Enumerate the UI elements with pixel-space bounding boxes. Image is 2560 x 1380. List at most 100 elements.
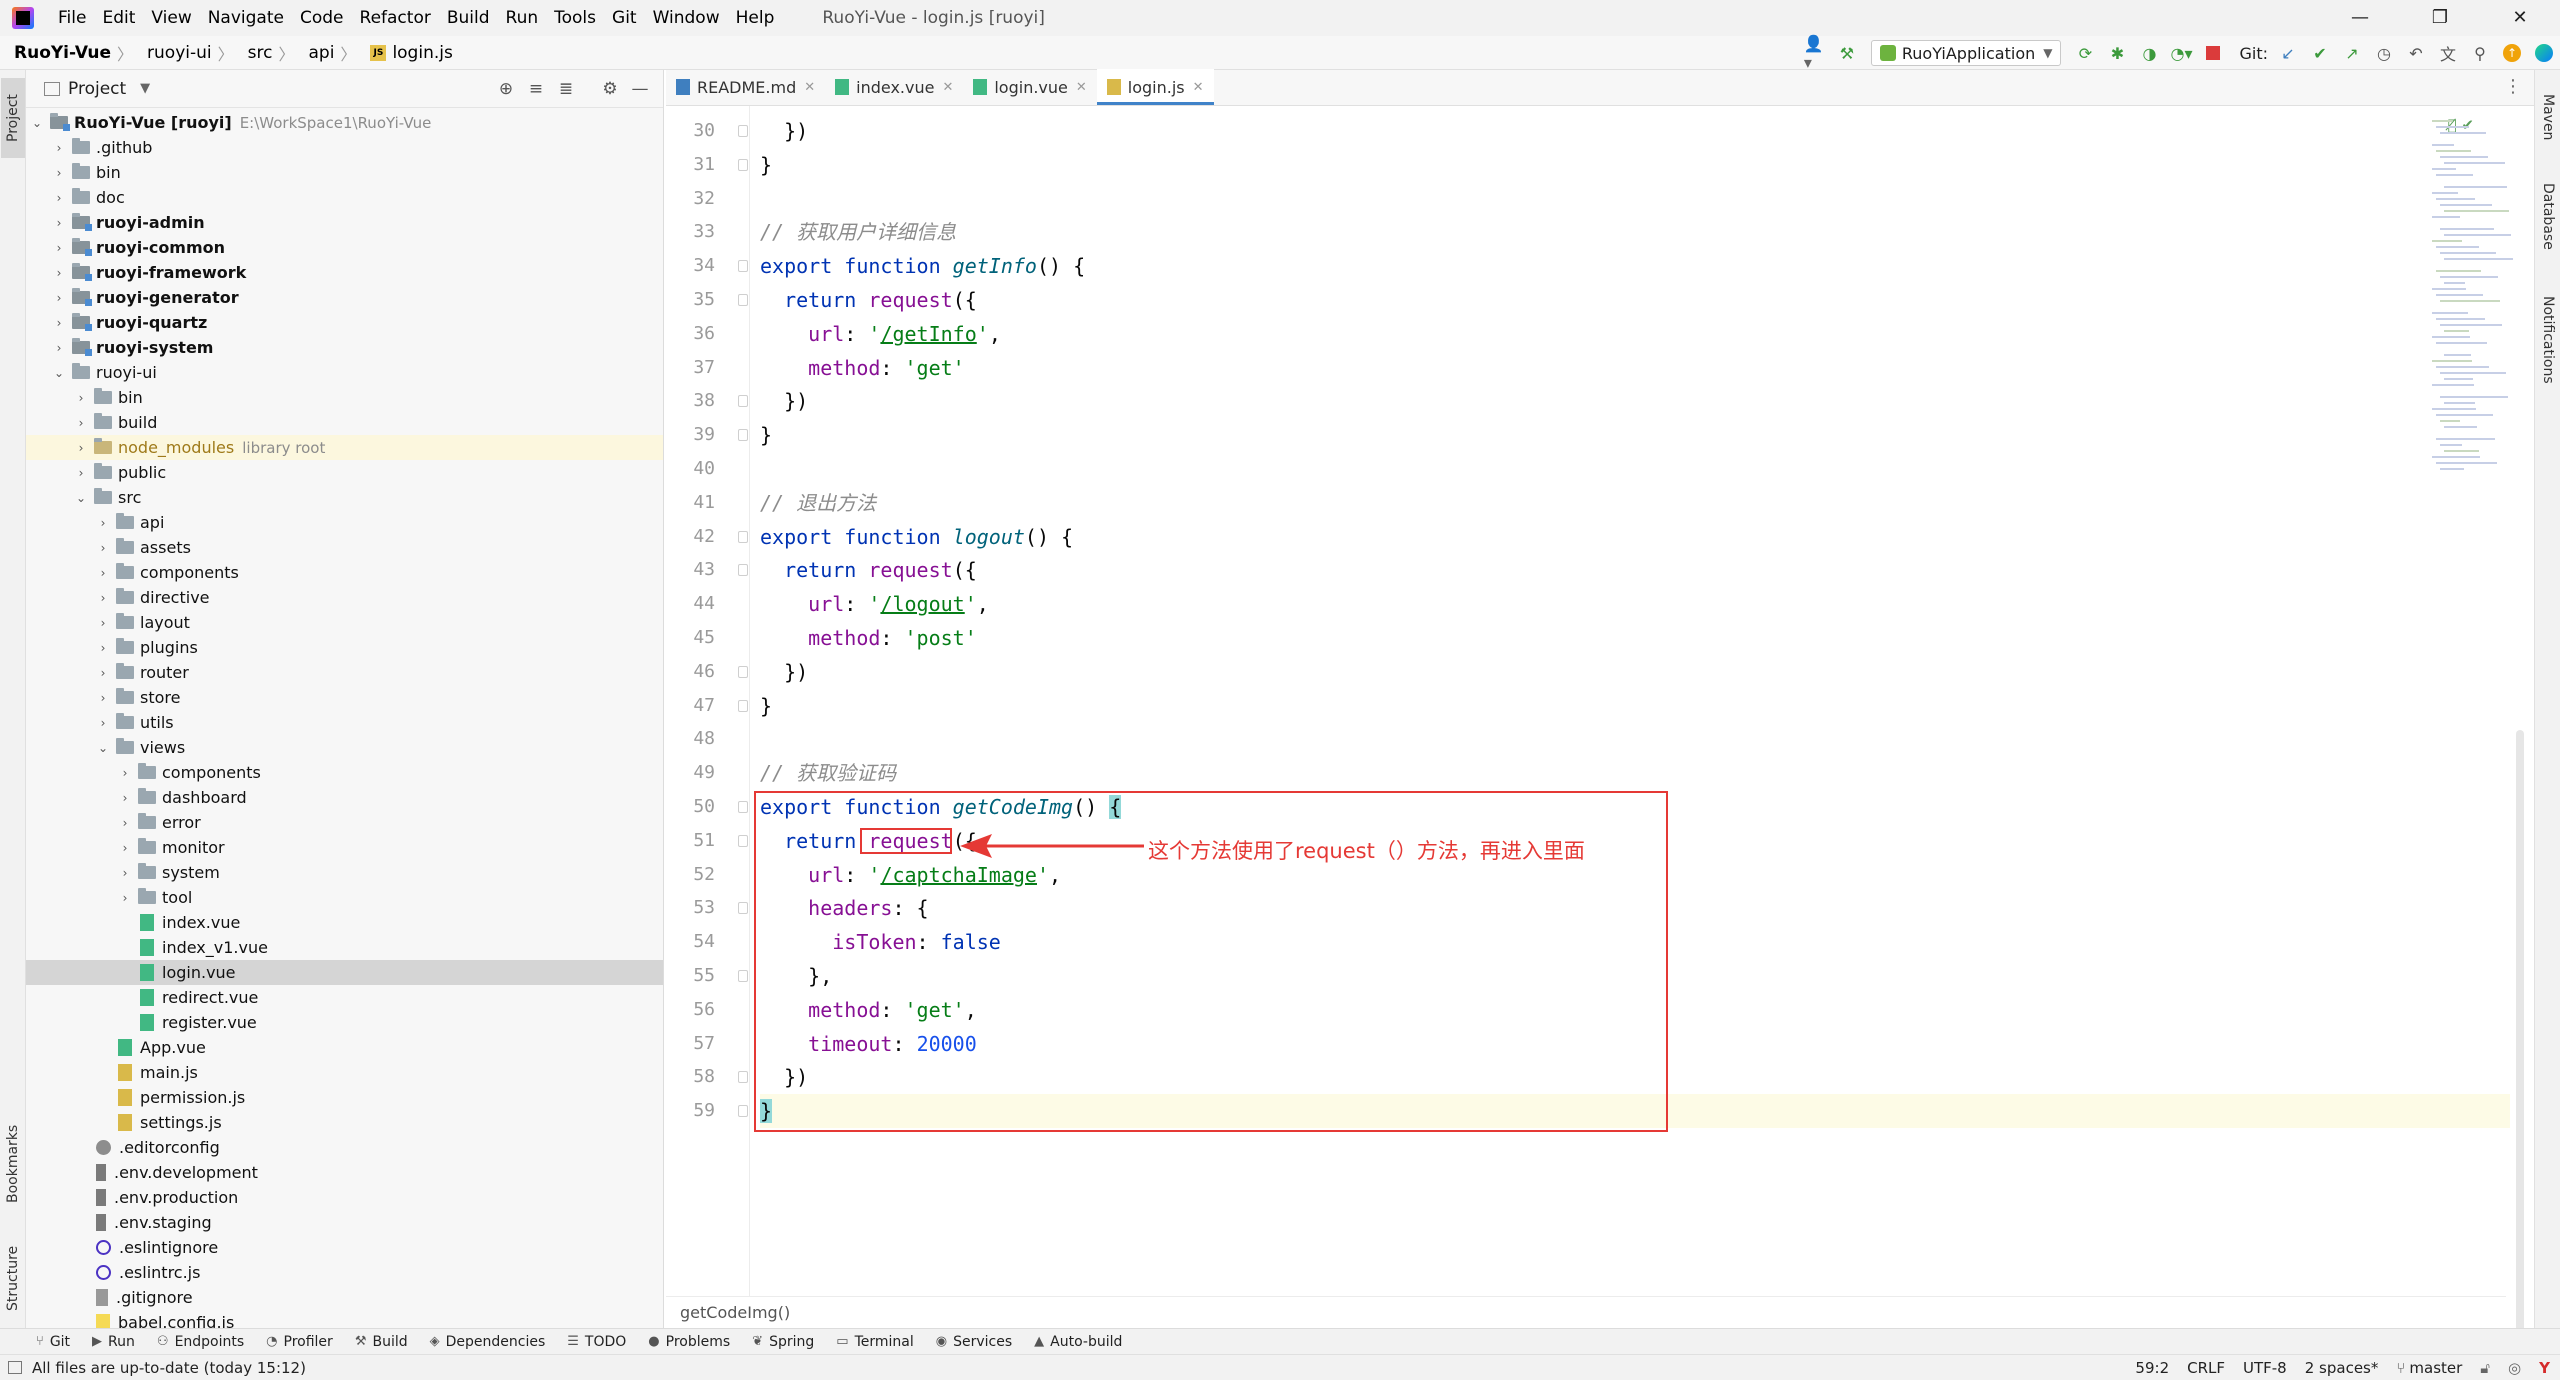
tree-item[interactable]: ⌄ views	[26, 735, 663, 760]
line-number[interactable]: 44	[693, 587, 715, 621]
caret-position[interactable]: 59:2	[2135, 1359, 2169, 1377]
chevron-right-icon[interactable]: ›	[96, 666, 110, 680]
fold-marker-icon[interactable]	[738, 834, 748, 847]
restore-button[interactable]: ❐	[2400, 0, 2480, 36]
tree-item[interactable]: permission.js	[26, 1085, 663, 1110]
code-line[interactable]: // 获取验证码	[760, 756, 896, 790]
rollback-icon[interactable]: ↶	[2405, 42, 2427, 64]
chevron-right-icon[interactable]: ›	[52, 341, 66, 355]
code-line[interactable]: return request({	[760, 283, 977, 317]
tool-window-services[interactable]: ◉ Services	[936, 1334, 1012, 1350]
tree-item[interactable]: App.vue	[26, 1035, 663, 1060]
tree-item[interactable]: login.vue	[26, 960, 663, 985]
fold-marker-icon[interactable]	[738, 294, 748, 306]
breadcrumb-api[interactable]: api	[294, 43, 334, 63]
tree-item[interactable]: › assets	[26, 535, 663, 560]
code-line[interactable]: return request({	[760, 553, 977, 587]
chevron-down-icon[interactable]: ⌄	[96, 741, 110, 755]
gear-icon[interactable]: ⚙	[595, 79, 625, 99]
code-line[interactable]: // 退出方法	[760, 486, 876, 520]
menu-tools[interactable]: Tools	[546, 8, 604, 28]
user-icon[interactable]: 👤▾	[1804, 34, 1826, 72]
menu-edit[interactable]: Edit	[94, 8, 143, 28]
line-number[interactable]: 42	[693, 520, 715, 554]
close-tab-icon[interactable]: ✕	[1076, 80, 1087, 95]
tree-item[interactable]: › monitor	[26, 835, 663, 860]
menu-refactor[interactable]: Refactor	[352, 8, 439, 28]
tree-item[interactable]: › node_modules library root	[26, 435, 663, 460]
line-number[interactable]: 55	[693, 959, 715, 993]
chevron-right-icon[interactable]: ›	[74, 391, 88, 405]
chevron-right-icon[interactable]: ›	[52, 291, 66, 305]
code-line[interactable]: })	[760, 655, 808, 689]
editor-tab[interactable]: login.js ✕	[1096, 69, 1214, 105]
editor-tab[interactable]: index.vue ✕	[825, 69, 963, 105]
tree-item[interactable]: index.vue	[26, 910, 663, 935]
line-number[interactable]: 48	[693, 722, 715, 756]
menu-view[interactable]: View	[143, 8, 199, 28]
status-toggle-icon[interactable]	[8, 1361, 22, 1374]
chevron-right-icon[interactable]: ›	[52, 191, 66, 205]
profile-icon[interactable]: ◔▾	[2170, 42, 2192, 64]
chevron-right-icon[interactable]: ›	[118, 766, 132, 780]
fold-marker-icon[interactable]	[738, 970, 748, 982]
tree-item[interactable]: › ruoyi-framework	[26, 260, 663, 285]
locate-icon[interactable]: ⊕	[491, 79, 521, 99]
close-tab-icon[interactable]: ✕	[942, 80, 953, 95]
tree-item[interactable]: .gitignore	[26, 1285, 663, 1310]
chevron-right-icon[interactable]: ›	[52, 316, 66, 330]
line-number[interactable]: 39	[693, 418, 715, 452]
chevron-down-icon[interactable]: ⌄	[52, 366, 66, 380]
breadcrumb-file[interactable]: login.js	[378, 43, 452, 63]
fold-marker-icon[interactable]	[738, 158, 748, 171]
line-number[interactable]: 46	[693, 655, 715, 689]
chevron-right-icon[interactable]: ›	[118, 791, 132, 805]
editor-breadcrumb[interactable]: getCodeImg()	[666, 1296, 2506, 1328]
hide-icon[interactable]: —	[625, 79, 655, 99]
collapse-all-icon[interactable]: ≣	[551, 79, 581, 99]
line-number[interactable]: 38	[693, 384, 715, 418]
translate-icon[interactable]: 文	[2437, 42, 2459, 64]
tree-item[interactable]: .eslintrc.js	[26, 1260, 663, 1285]
file-encoding[interactable]: UTF-8	[2243, 1359, 2287, 1377]
search-icon[interactable]: ⚲	[2469, 42, 2491, 64]
fold-marker-icon[interactable]	[738, 564, 748, 577]
tree-root[interactable]: ⌄ RuoYi-Vue [ruoyi] E:\WorkSpace1\RuoYi-…	[26, 110, 663, 135]
code-line[interactable]: })	[760, 114, 808, 148]
line-number[interactable]: 45	[693, 621, 715, 655]
database-tool-tab[interactable]: Database	[2536, 170, 2560, 262]
status-message[interactable]: All files are up-to-date (today 15:12)	[32, 1359, 306, 1377]
tree-item[interactable]: main.js	[26, 1060, 663, 1085]
debug-icon[interactable]: ✱	[2106, 42, 2128, 64]
fold-marker-icon[interactable]	[738, 530, 748, 543]
stop-icon[interactable]	[2202, 42, 2224, 64]
bookmarks-tool-tab[interactable]: Bookmarks	[1, 1110, 25, 1218]
git-commit-icon[interactable]: ✔	[2309, 42, 2331, 64]
close-tab-icon[interactable]: ✕	[804, 80, 815, 95]
tree-item[interactable]: .env.development	[26, 1160, 663, 1185]
chevron-right-icon[interactable]: ›	[96, 541, 110, 555]
tree-item[interactable]: › system	[26, 860, 663, 885]
fold-marker-icon[interactable]	[738, 125, 748, 137]
fold-marker-icon[interactable]	[738, 1071, 748, 1084]
coverage-icon[interactable]: ◑	[2138, 42, 2160, 64]
tool-window-endpoints[interactable]: ⚇ Endpoints	[157, 1334, 244, 1350]
menu-code[interactable]: Code	[292, 8, 352, 28]
code-line[interactable]: export function logout() {	[760, 520, 1073, 554]
line-number[interactable]: 51	[693, 824, 715, 858]
more-icon[interactable]: ⋮	[2504, 76, 2522, 97]
editor-tab[interactable]: login.vue ✕	[963, 69, 1096, 105]
project-tool-tab[interactable]: Project	[1, 78, 25, 158]
tree-item[interactable]: › bin	[26, 160, 663, 185]
tree-item[interactable]: › ruoyi-system	[26, 335, 663, 360]
tool-window-run[interactable]: ▶ Run	[92, 1334, 135, 1350]
line-number[interactable]: 52	[693, 858, 715, 892]
menu-build[interactable]: Build	[439, 8, 498, 28]
fold-marker-icon[interactable]	[738, 260, 748, 273]
notifications-tool-tab[interactable]: Notifications	[2536, 280, 2560, 400]
chevron-right-icon[interactable]: ›	[96, 566, 110, 580]
chevron-right-icon[interactable]: ›	[96, 616, 110, 630]
line-number[interactable]: 35	[693, 283, 715, 317]
line-number[interactable]: 32	[693, 182, 715, 216]
tool-window-dependencies[interactable]: ◈ Dependencies	[430, 1334, 546, 1350]
